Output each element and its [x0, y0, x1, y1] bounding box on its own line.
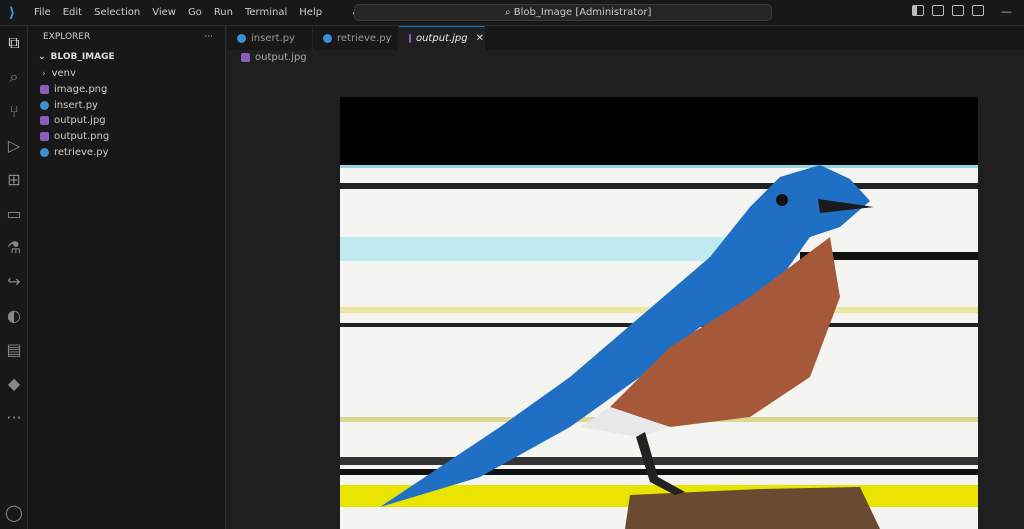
image-file-icon — [409, 34, 411, 43]
image-file-icon — [40, 85, 49, 95]
bird-image — [340, 97, 978, 529]
editor-tabs: insert.py retrieve.py output.jpg ✕ — [227, 26, 1024, 50]
menu-file[interactable]: File — [28, 7, 57, 18]
menu-view[interactable]: View — [146, 7, 182, 18]
tab-label: insert.py — [251, 32, 295, 44]
tab-label: output.jpg — [415, 33, 468, 44]
python-file-icon — [40, 147, 49, 157]
image-file-icon — [241, 53, 250, 62]
extensions-icon[interactable]: ⊞ — [0, 162, 28, 196]
search-text: Blob_Image [Administrator] — [513, 7, 652, 18]
command-center-search[interactable]: ⌕ Blob_Image [Administrator] — [354, 4, 772, 21]
explorer-title: EXPLORER — [43, 32, 91, 42]
chevron-down-icon: ⌄ — [38, 52, 46, 62]
tab-insert-py[interactable]: insert.py — [227, 26, 313, 50]
python-file-icon — [323, 33, 332, 43]
tab-output-jpg[interactable]: output.jpg ✕ — [399, 26, 485, 50]
file-label: retrieve.py — [54, 146, 109, 158]
breadcrumb-label: output.jpg — [255, 52, 307, 63]
image-preview — [340, 97, 978, 529]
search-icon: ⌕ — [505, 7, 514, 18]
image-file-icon — [40, 116, 49, 126]
search-icon[interactable]: ⌕ — [0, 60, 28, 94]
vscode-logo-icon: ⟩ — [8, 4, 16, 21]
menu-run[interactable]: Run — [208, 7, 239, 18]
explorer-sidebar: EXPLORER ··· ⌄ BLOB_IMAGE › venv image.png … — [28, 26, 226, 529]
file-output-jpg[interactable]: output.jpg — [28, 113, 225, 129]
menu-edit[interactable]: Edit — [57, 7, 88, 18]
file-label: output.png — [54, 131, 110, 143]
toggle-primary-sidebar-icon[interactable] — [912, 5, 924, 16]
file-output-png[interactable]: output.png — [28, 129, 225, 145]
minimize-button[interactable]: — — [1001, 5, 1012, 18]
testing-icon[interactable]: ⚗ — [0, 230, 28, 264]
run-debug-icon[interactable]: ▷ — [0, 128, 28, 162]
title-bar: ⟩ File Edit Selection View Go Run Termin… — [0, 0, 1024, 26]
docker-icon[interactable]: ▤ — [0, 332, 28, 366]
file-label: venv — [51, 68, 76, 80]
menu-help[interactable]: Help — [293, 7, 328, 18]
toggle-panel-icon[interactable] — [932, 5, 944, 16]
file-insert-py[interactable]: insert.py — [28, 97, 225, 113]
folder-venv[interactable]: › venv — [28, 66, 225, 82]
file-label: insert.py — [54, 99, 98, 111]
activity-bar: ⧉ ⌕ ⑂ ▷ ⊞ ▭ ⚗ ↪ ◐ ▤ ◆ ··· ◯ — [0, 26, 28, 529]
file-retrieve-py[interactable]: retrieve.py — [28, 144, 225, 160]
chevron-right-icon: › — [42, 69, 46, 80]
menu-selection[interactable]: Selection — [88, 7, 146, 18]
file-label: image.png — [54, 84, 108, 96]
file-image-png[interactable]: image.png — [28, 82, 225, 98]
toggle-secondary-sidebar-icon[interactable] — [952, 5, 964, 16]
source-control-icon[interactable]: ⑂ — [0, 94, 28, 128]
python-icon[interactable]: ◆ — [0, 366, 28, 400]
customize-layout-icon[interactable] — [972, 5, 984, 16]
image-file-icon — [40, 132, 49, 142]
menu-bar: File Edit Selection View Go Run Terminal… — [28, 7, 328, 18]
explorer-icon[interactable]: ⧉ — [0, 26, 28, 60]
breadcrumb[interactable]: output.jpg — [241, 52, 307, 63]
remote-explorer-icon[interactable]: ▭ — [0, 196, 28, 230]
tab-retrieve-py[interactable]: retrieve.py — [313, 26, 399, 50]
file-label: output.jpg — [54, 115, 106, 127]
python-file-icon — [40, 100, 49, 110]
live-share-icon[interactable]: ↪ — [0, 264, 28, 298]
more-icon[interactable]: ··· — [0, 400, 28, 434]
root-label: BLOB_IMAGE — [50, 52, 115, 62]
menu-terminal[interactable]: Terminal — [239, 7, 293, 18]
menu-go[interactable]: Go — [182, 7, 208, 18]
accounts-icon[interactable]: ◯ — [0, 495, 28, 529]
more-actions-icon[interactable]: ··· — [204, 32, 213, 42]
close-icon[interactable]: ✕ — [476, 33, 484, 44]
edge-devtools-icon[interactable]: ◐ — [0, 298, 28, 332]
tab-label: retrieve.py — [337, 32, 392, 44]
folder-root[interactable]: ⌄ BLOB_IMAGE — [28, 48, 225, 66]
python-file-icon — [237, 33, 246, 43]
